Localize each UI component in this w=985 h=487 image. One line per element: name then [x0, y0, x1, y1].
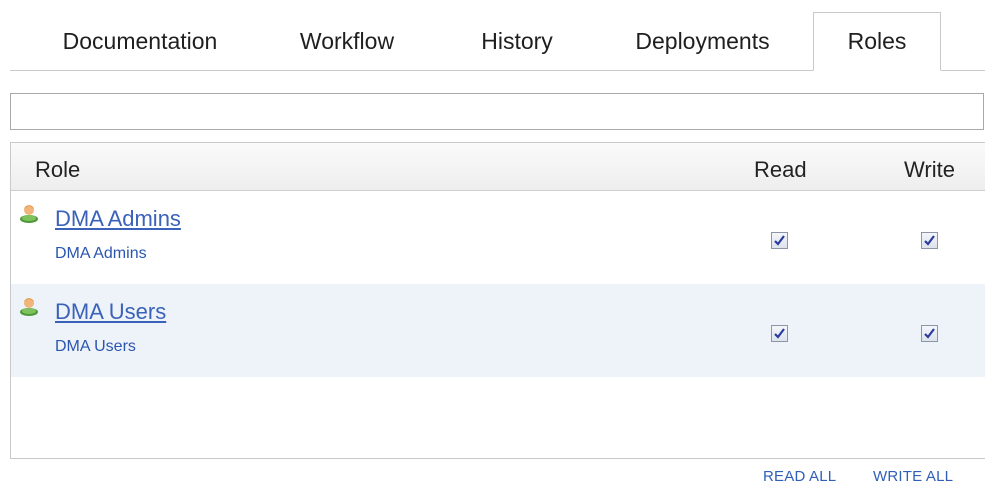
role-description: DMA Admins	[55, 245, 147, 262]
tab-history[interactable]: History	[462, 12, 572, 70]
role-description: DMA Users	[55, 338, 136, 355]
write-checkbox[interactable]	[921, 325, 938, 342]
filter-input[interactable]	[10, 93, 984, 130]
read-checkbox[interactable]	[771, 325, 788, 342]
column-header-read[interactable]: Read	[754, 157, 807, 183]
roles-grid: Role Read Write DMA Admins DMA Admins DM…	[10, 142, 985, 459]
table-row: DMA Users DMA Users	[11, 284, 985, 377]
tab-bar: Documentation Workflow History Deploymen…	[10, 0, 985, 71]
write-checkbox[interactable]	[921, 232, 938, 249]
table-row: DMA Admins DMA Admins	[11, 191, 985, 284]
tab-workflow[interactable]: Workflow	[282, 12, 412, 70]
tab-documentation[interactable]: Documentation	[40, 12, 240, 70]
checkmark-icon	[774, 328, 785, 339]
tab-roles[interactable]: Roles	[813, 12, 941, 71]
checkmark-icon	[924, 328, 935, 339]
role-link[interactable]: DMA Users	[55, 299, 166, 325]
grid-header: Role Read Write	[11, 143, 985, 191]
tab-deployments[interactable]: Deployments	[610, 12, 795, 70]
checkmark-icon	[924, 235, 935, 246]
user-role-icon	[19, 296, 39, 316]
read-checkbox[interactable]	[771, 232, 788, 249]
column-header-role[interactable]: Role	[35, 157, 80, 183]
write-all-link[interactable]: WRITE ALL	[873, 468, 953, 485]
user-role-icon	[19, 203, 39, 223]
column-header-write[interactable]: Write	[904, 157, 955, 183]
role-link[interactable]: DMA Admins	[55, 206, 181, 232]
read-all-link[interactable]: READ ALL	[763, 468, 836, 485]
checkmark-icon	[774, 235, 785, 246]
